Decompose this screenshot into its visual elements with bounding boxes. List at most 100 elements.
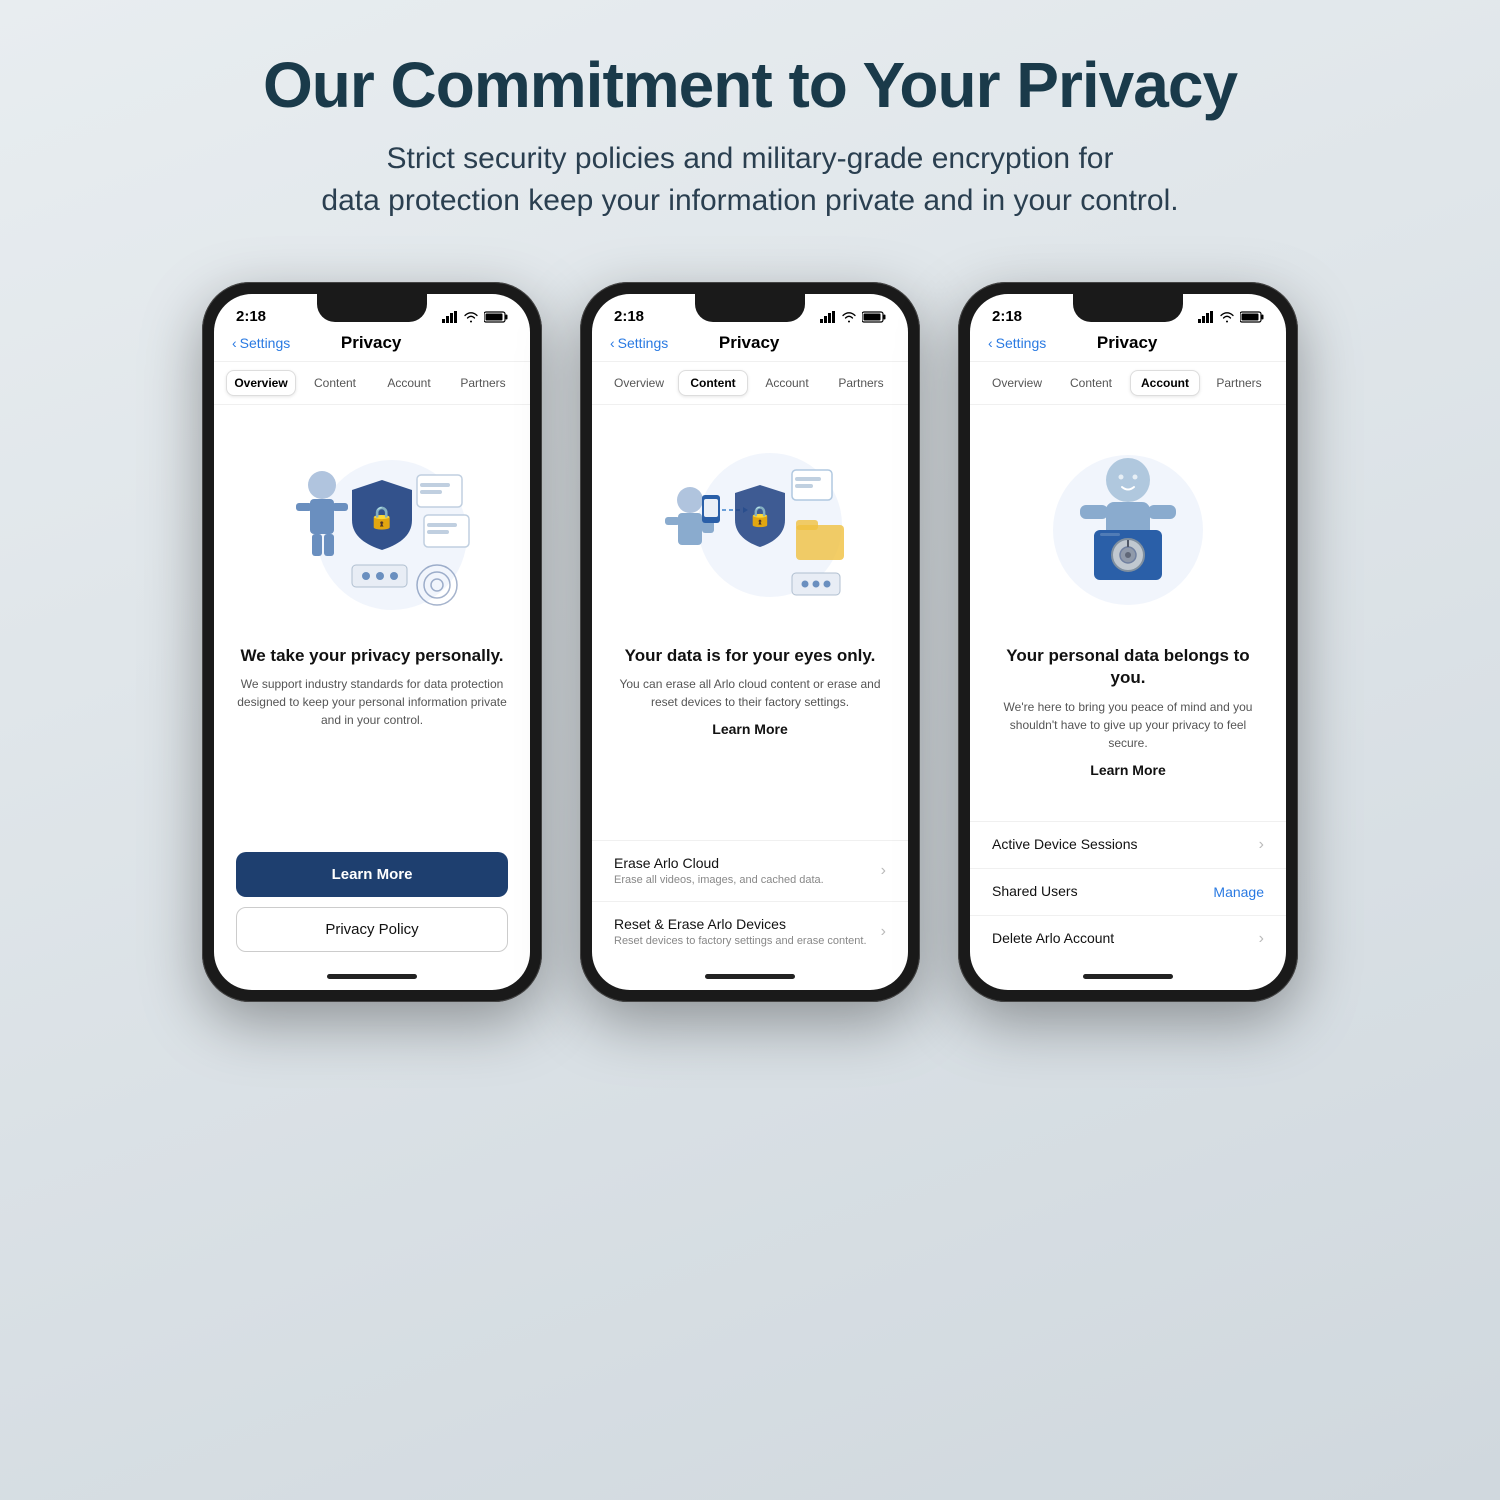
status-time-1: 2:18 — [236, 308, 266, 325]
list-item-erase-cloud-desc: Erase all videos, images, and cached dat… — [614, 873, 881, 887]
status-icons-2 — [820, 311, 886, 323]
home-indicator-3 — [970, 962, 1286, 990]
tab-partners-1[interactable]: Partners — [448, 370, 518, 396]
phone-overview-wrapper: 2:18 — [202, 282, 542, 1002]
tab-bar-3: Overview Content Account Partners — [970, 362, 1286, 405]
content-desc-3: We're here to bring you peace of mind an… — [992, 698, 1264, 752]
tab-content-2[interactable]: Content — [678, 370, 748, 396]
nav-back-3[interactable]: ‹ Settings — [988, 335, 1046, 351]
signal-icon-2 — [820, 311, 836, 323]
tab-partners-2[interactable]: Partners — [826, 370, 896, 396]
phone-overview-screen: 2:18 — [214, 294, 530, 990]
tab-bar-2: Overview Content Account Partners — [592, 362, 908, 405]
header-section: Our Commitment to Your Privacy Strict se… — [263, 50, 1237, 222]
list-item-delete-account-title: Delete Arlo Account — [992, 930, 1259, 946]
tab-account-3[interactable]: Account — [1130, 370, 1200, 396]
svg-text:🔒: 🔒 — [368, 505, 395, 530]
phone-content-screen: 2:18 — [592, 294, 908, 990]
nav-title-2: Privacy — [668, 333, 830, 353]
phone-nav-3: ‹ Settings Privacy — [970, 325, 1286, 362]
content-block-1: We take your privacy personally. We supp… — [214, 645, 530, 852]
list-item-shared-users-title: Shared Users — [992, 883, 1213, 899]
content-desc-1: We support industry standards for data p… — [236, 675, 508, 729]
chevron-icon-active-sessions: › — [1259, 836, 1264, 854]
main-title: Our Commitment to Your Privacy — [263, 50, 1237, 120]
tab-partners-3[interactable]: Partners — [1204, 370, 1274, 396]
status-icons-1 — [442, 311, 508, 323]
phone-nav-2: ‹ Settings Privacy — [592, 325, 908, 362]
status-time-2: 2:18 — [614, 308, 644, 325]
home-bar-1 — [327, 974, 417, 979]
phone-content: 2:18 — [580, 282, 920, 1002]
list-item-active-sessions[interactable]: Active Device Sessions › — [970, 821, 1286, 868]
battery-icon-3 — [1240, 311, 1264, 323]
content-title-1: We take your privacy personally. — [236, 645, 508, 667]
chevron-icon-delete-account: › — [1259, 930, 1264, 948]
illustration-area-3 — [970, 405, 1286, 645]
wifi-icon-1 — [463, 311, 479, 323]
manage-link-shared-users[interactable]: Manage — [1213, 884, 1264, 900]
status-bar-2: 2:18 — [592, 294, 908, 325]
list-item-reset-devices-title: Reset & Erase Arlo Devices — [614, 916, 881, 932]
battery-icon-1 — [484, 311, 508, 323]
home-bar-3 — [1083, 974, 1173, 979]
phone-nav-1: ‹ Settings Privacy — [214, 325, 530, 362]
tab-bar-1: Overview Content Account Partners — [214, 362, 530, 405]
phone-overview: 2:18 — [202, 282, 542, 1002]
status-bar-1: 2:18 — [214, 294, 530, 325]
nav-back-1[interactable]: ‹ Settings — [232, 335, 290, 351]
phones-row: 2:18 — [202, 282, 1298, 1002]
content-title-3: Your personal data belongs to you. — [992, 645, 1264, 689]
nav-title-1: Privacy — [290, 333, 452, 353]
wifi-icon-2 — [841, 311, 857, 323]
account-illustration-3 — [1018, 425, 1238, 625]
learn-more-link-3[interactable]: Learn More — [992, 762, 1264, 778]
tab-content-1[interactable]: Content — [300, 370, 370, 396]
battery-icon-2 — [862, 311, 886, 323]
list-item-reset-devices[interactable]: Reset & Erase Arlo Devices Reset devices… — [592, 901, 908, 962]
status-time-3: 2:18 — [992, 308, 1022, 325]
list-item-active-sessions-title: Active Device Sessions — [992, 836, 1259, 852]
phone-account-wrapper: 2:18 — [958, 282, 1298, 1002]
learn-more-link-2[interactable]: Learn More — [614, 721, 886, 737]
list-item-delete-account[interactable]: Delete Arlo Account › — [970, 915, 1286, 962]
wifi-icon-3 — [1219, 311, 1235, 323]
signal-icon-1 — [442, 311, 458, 323]
tab-overview-2[interactable]: Overview — [604, 370, 674, 396]
privacy-policy-button-1[interactable]: Privacy Policy — [236, 907, 508, 952]
tab-account-1[interactable]: Account — [374, 370, 444, 396]
phone-account-screen: 2:18 — [970, 294, 1286, 990]
svg-text:🔒: 🔒 — [748, 506, 773, 528]
content-illustration-2: 🔒 — [640, 425, 860, 625]
home-indicator-2 — [592, 962, 908, 990]
nav-back-2[interactable]: ‹ Settings — [610, 335, 668, 351]
list-item-reset-devices-desc: Reset devices to factory settings and er… — [614, 934, 881, 948]
status-bar-3: 2:18 — [970, 294, 1286, 325]
content-desc-2: You can erase all Arlo cloud content or … — [614, 675, 886, 711]
status-icons-3 — [1198, 311, 1264, 323]
home-bar-2 — [705, 974, 795, 979]
list-item-erase-cloud-title: Erase Arlo Cloud — [614, 855, 881, 871]
content-title-2: Your data is for your eyes only. — [614, 645, 886, 667]
privacy-illustration-1: 🔒 — [262, 425, 482, 625]
phone-content-wrapper: 2:18 — [580, 282, 920, 1002]
illustration-area-1: 🔒 — [214, 405, 530, 645]
chevron-icon-reset-devices: › — [881, 923, 886, 941]
notch-1 — [317, 294, 427, 322]
learn-more-button-1[interactable]: Learn More — [236, 852, 508, 897]
home-indicator-1 — [214, 962, 530, 990]
illustration-area-2: 🔒 — [592, 405, 908, 645]
list-item-erase-cloud[interactable]: Erase Arlo Cloud Erase all videos, image… — [592, 840, 908, 901]
signal-icon-3 — [1198, 311, 1214, 323]
tab-overview-3[interactable]: Overview — [982, 370, 1052, 396]
tab-account-2[interactable]: Account — [752, 370, 822, 396]
subtitle: Strict security policies and military-gr… — [263, 138, 1237, 222]
list-item-shared-users[interactable]: Shared Users Manage — [970, 868, 1286, 915]
tab-content-3[interactable]: Content — [1056, 370, 1126, 396]
content-block-2: Your data is for your eyes only. You can… — [592, 645, 908, 839]
nav-title-3: Privacy — [1046, 333, 1208, 353]
notch-3 — [1073, 294, 1183, 322]
notch-2 — [695, 294, 805, 322]
content-block-3: Your personal data belongs to you. We're… — [970, 645, 1286, 821]
tab-overview-1[interactable]: Overview — [226, 370, 296, 396]
